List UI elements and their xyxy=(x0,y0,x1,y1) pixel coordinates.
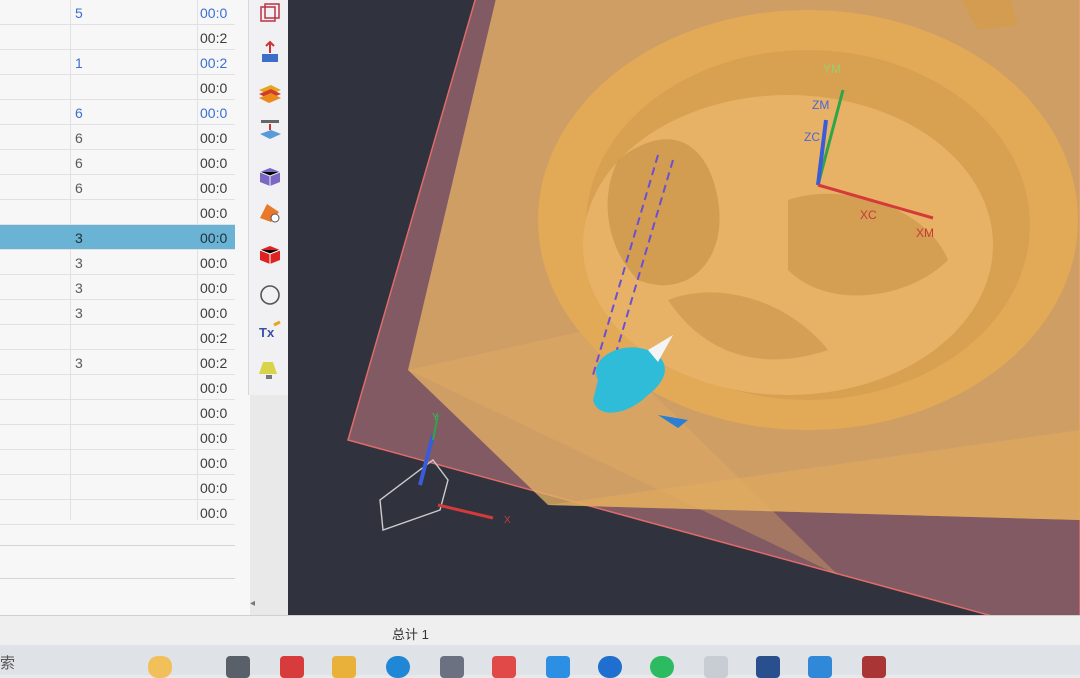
table-row[interactable]: 00:0 xyxy=(0,375,235,400)
cell-time: 00:2 xyxy=(200,330,228,346)
3d-viewport[interactable]: YM ZM ZC XC XM Y X xyxy=(288,0,1080,615)
orange-shape-icon[interactable] xyxy=(257,200,283,224)
cell-time: 00:0 xyxy=(200,105,228,121)
operation-table: 5 00:0 00:2 1 00:2 00:0 6 00:0 6 00:0 6 00:0 6 00:0 00… xyxy=(0,0,250,620)
table-row[interactable]: 00:0 xyxy=(0,400,235,425)
circle-icon[interactable] xyxy=(257,283,283,307)
table-row[interactable]: 6 00:0 xyxy=(0,150,235,175)
taskbar: 索 xyxy=(0,645,1080,678)
cell-time: 00:0 xyxy=(200,280,228,296)
cell-time: 00:2 xyxy=(200,55,228,71)
wcs-x-label: X xyxy=(504,515,511,526)
table-row[interactable]: 1 00:2 xyxy=(0,50,235,75)
table-row[interactable]: 00:0 xyxy=(0,200,235,225)
table-row[interactable]: 3 00:0 xyxy=(0,250,235,275)
cell-time: 00:2 xyxy=(200,355,228,371)
table-row[interactable]: 00:0 xyxy=(0,75,235,100)
svg-text:Tx: Tx xyxy=(259,325,275,340)
cell-time: 00:0 xyxy=(200,380,228,396)
cell-time: 00:0 xyxy=(200,180,228,196)
cell-time: 00:0 xyxy=(200,480,228,496)
table-row[interactable]: 6 00:0 xyxy=(0,125,235,150)
cell-time: 00:0 xyxy=(200,405,228,421)
tool-text-icon[interactable]: Tx xyxy=(257,320,283,344)
table-row[interactable]: 00:0 xyxy=(0,425,235,450)
table-row[interactable]: 00:0 xyxy=(0,450,235,475)
model-view xyxy=(347,0,1080,615)
wcs-box xyxy=(379,459,449,531)
vertical-toolbar: Tx xyxy=(248,0,293,395)
table-row[interactable]: 00:0 xyxy=(0,475,235,500)
cell-time: 00:0 xyxy=(200,505,228,521)
move-up-icon[interactable] xyxy=(257,40,283,64)
cell-time: 00:0 xyxy=(200,80,228,96)
cell-tool-number: 3 xyxy=(75,355,83,371)
lamp-icon[interactable] xyxy=(257,358,283,382)
table-row[interactable]: 00:2 xyxy=(0,325,235,350)
wireframe-cube-icon[interactable] xyxy=(257,2,283,26)
table-row[interactable]: 6 00:0 xyxy=(0,175,235,200)
table-row[interactable]: 00:2 xyxy=(0,25,235,50)
cell-time: 00:0 xyxy=(200,5,228,21)
zc-label: ZC xyxy=(804,130,820,144)
box-edges-icon[interactable] xyxy=(257,164,283,188)
cell-time: 00:0 xyxy=(200,430,228,446)
ym-label: YM xyxy=(823,62,841,76)
table-row[interactable]: 3 00:2 xyxy=(0,350,235,375)
cell-tool-number: 3 xyxy=(75,255,83,271)
layers-icon[interactable] xyxy=(257,82,283,106)
table-row[interactable]: 6 00:0 xyxy=(0,100,235,125)
table-row[interactable]: 3 00:0 xyxy=(0,300,235,325)
cell-tool-number: 3 xyxy=(75,230,83,246)
cell-tool-number: 5 xyxy=(75,5,83,21)
status-total: 总计 1 xyxy=(392,627,429,642)
cell-tool-number: 6 xyxy=(75,105,83,121)
zm-label: ZM xyxy=(812,98,830,112)
taskbar-search[interactable]: 索 xyxy=(0,652,15,673)
scroll-left-arrow-icon[interactable]: ◂ xyxy=(250,598,255,609)
cell-time: 00:0 xyxy=(200,305,228,321)
cell-tool-number: 3 xyxy=(75,305,83,321)
cell-time: 00:0 xyxy=(200,130,228,146)
table-row[interactable]: 00:0 xyxy=(0,500,235,525)
table-row[interactable]: 3 00:0 xyxy=(0,225,235,250)
divider xyxy=(0,578,235,579)
cell-tool-number: 6 xyxy=(75,155,83,171)
cell-tool-number: 6 xyxy=(75,180,83,196)
cell-tool-number: 3 xyxy=(75,280,83,296)
cell-time: 00:0 xyxy=(200,255,228,271)
wcs-y-label: Y xyxy=(432,412,439,423)
wcs-x-axis xyxy=(437,503,494,520)
table-row[interactable]: 3 00:0 xyxy=(0,275,235,300)
cell-tool-number: 1 xyxy=(75,55,83,71)
divider xyxy=(0,545,235,546)
raise-layer-icon[interactable] xyxy=(257,118,283,142)
cell-time: 00:2 xyxy=(200,30,228,46)
cell-time: 00:0 xyxy=(200,455,228,471)
cell-tool-number: 6 xyxy=(75,130,83,146)
status-bar: 总计 1 xyxy=(0,615,1080,646)
cell-time: 00:0 xyxy=(200,155,228,171)
red-cube-icon[interactable] xyxy=(257,242,283,266)
table-row[interactable]: 5 00:0 xyxy=(0,0,235,25)
cell-time: 00:0 xyxy=(200,205,228,221)
xm-label: XM xyxy=(916,226,934,240)
cell-time: 00:0 xyxy=(200,230,228,246)
xc-label: XC xyxy=(860,208,877,222)
